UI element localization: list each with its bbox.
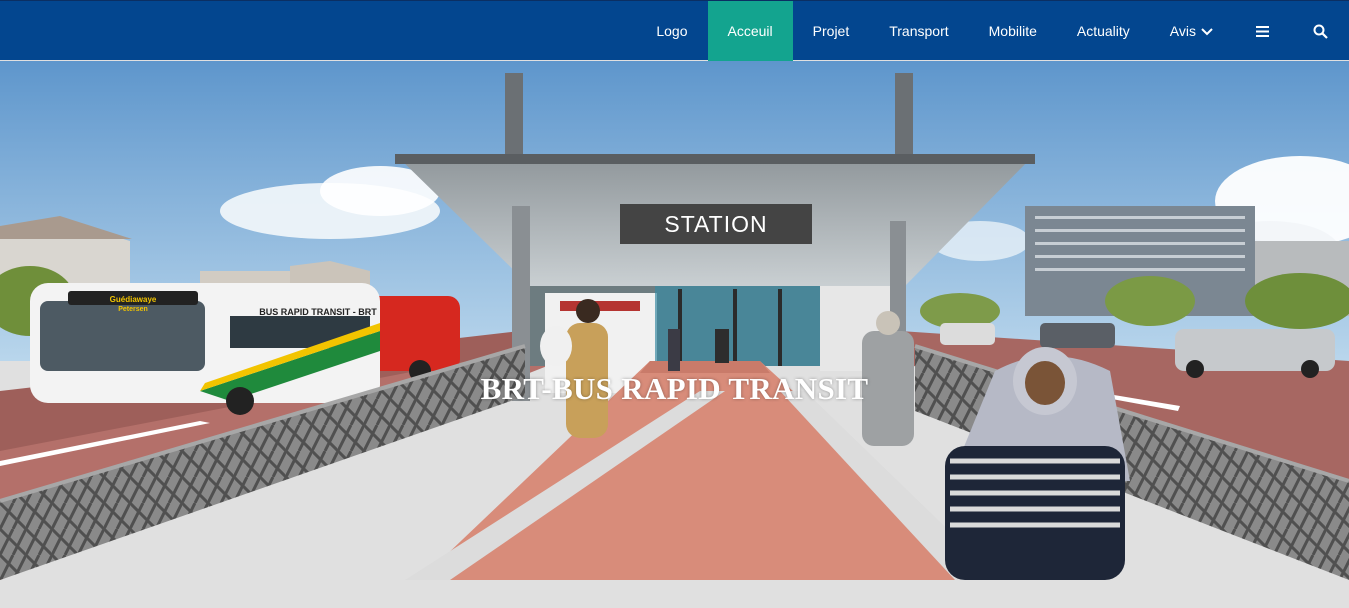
nav-item-label: Acceuil xyxy=(727,23,773,39)
nav-item-logo[interactable]: Logo xyxy=(636,1,707,61)
hero-image: Guédiawaye Petersen BUS RAPID TRANSIT - … xyxy=(0,61,1349,580)
svg-text:STATION: STATION xyxy=(664,211,767,237)
top-navbar: Logo Acceuil Projet Transport Mobilite A… xyxy=(0,0,1349,61)
svg-text:BUS RAPID TRANSIT - BRT: BUS RAPID TRANSIT - BRT xyxy=(259,307,377,317)
nav-item-label: Projet xyxy=(812,23,850,39)
nav-item-avis[interactable]: Avis xyxy=(1150,1,1233,61)
nav-item-label: Avis xyxy=(1169,23,1196,39)
menu-button[interactable] xyxy=(1233,1,1291,61)
content-area xyxy=(0,580,1349,608)
nav-item-label: Mobilite xyxy=(988,23,1037,39)
hero-title: BRT-BUS RAPID TRANSIT xyxy=(480,371,869,406)
nav-item-label: Transport xyxy=(889,23,949,39)
nav-item-transport[interactable]: Transport xyxy=(869,1,968,61)
nav-item-projet[interactable]: Projet xyxy=(793,1,870,61)
search-button[interactable] xyxy=(1291,1,1349,61)
menu-icon xyxy=(1255,25,1269,37)
svg-text:Petersen: Petersen xyxy=(118,306,148,313)
nav-item-label: Actuality xyxy=(1076,23,1130,39)
nav-item-actuality[interactable]: Actuality xyxy=(1057,1,1150,61)
nav-menu: Logo Acceuil Projet Transport Mobilite A… xyxy=(636,1,1349,61)
nav-item-acceuil[interactable]: Acceuil xyxy=(707,1,793,61)
search-icon xyxy=(1313,24,1328,39)
nav-item-label: Logo xyxy=(656,23,688,39)
chevron-down-icon xyxy=(1201,23,1213,39)
svg-text:Guédiawaye: Guédiawaye xyxy=(110,295,157,304)
hero-banner: Guédiawaye Petersen BUS RAPID TRANSIT - … xyxy=(0,61,1349,580)
nav-item-mobilite[interactable]: Mobilite xyxy=(969,1,1057,61)
